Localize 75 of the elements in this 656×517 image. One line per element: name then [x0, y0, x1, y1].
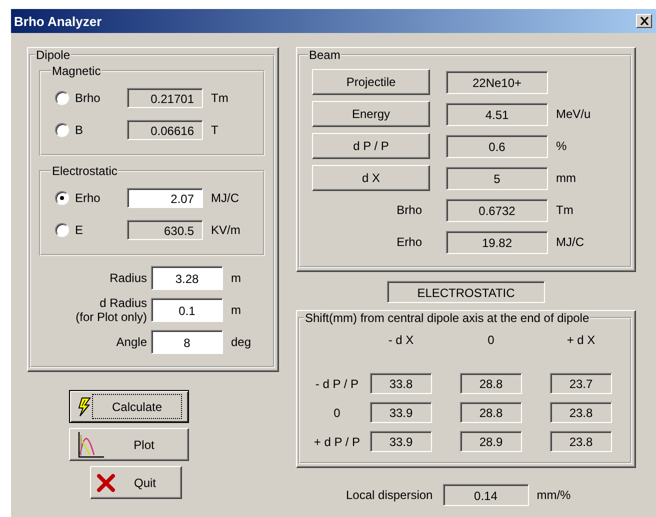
unit-label: MJ/C — [211, 191, 239, 205]
unit-label: % — [556, 139, 567, 153]
column-header: + d X — [566, 332, 596, 349]
field-label: Local dispersion — [346, 488, 433, 502]
row-label: + d P / P — [312, 434, 362, 448]
field-label: Erho — [396, 235, 422, 249]
value-field: 0.6732 — [446, 198, 548, 222]
value-field: 19.82 — [446, 230, 548, 254]
value-field: 33.8 — [370, 373, 432, 394]
value-field[interactable]: 0.06616 — [127, 120, 203, 140]
value-field[interactable]: 2.07 — [127, 188, 203, 208]
row-label: 0 — [332, 406, 342, 420]
field-label: d Radius (for Plot only) — [74, 296, 147, 324]
parameter-button[interactable]: Projectile — [312, 69, 430, 95]
input-field[interactable]: 0.1 — [151, 298, 223, 322]
close-button[interactable] — [636, 14, 652, 28]
unit-label: Tm — [211, 91, 228, 105]
window-title: Brho Analyzer — [14, 14, 102, 28]
value-field: 0.14 — [442, 484, 529, 506]
value-field: 0.6 — [446, 134, 548, 158]
field-label: Radius — [108, 271, 147, 285]
value-field: 33.9 — [370, 431, 432, 452]
radio-button[interactable] — [55, 191, 69, 205]
group-title: Dipole — [35, 48, 72, 62]
input-field[interactable]: 8 — [151, 330, 223, 354]
row-label: - d P / P — [314, 376, 360, 390]
radio-label[interactable]: E — [75, 223, 127, 237]
column-header: 0 — [486, 332, 496, 349]
group-title: Shift(mm) from central dipole axis at the end of dipole — [304, 311, 590, 325]
value-field: 23.8 — [550, 431, 612, 452]
unit-label: KV/m — [211, 223, 240, 237]
column-header: - d X — [387, 332, 415, 349]
group-title: Magnetic — [51, 64, 102, 78]
plot-button[interactable]: Plot — [69, 428, 189, 461]
value-field: 22Ne10+ — [446, 70, 548, 94]
parameter-button[interactable]: Energy — [312, 101, 430, 127]
value-field: 28.9 — [460, 431, 522, 452]
value-field: 23.8 — [550, 402, 612, 423]
value-field[interactable]: 0.21701 — [127, 88, 203, 108]
chart-icon — [76, 430, 106, 458]
unit-label: MJ/C — [556, 235, 584, 249]
unit-label: MeV/u — [556, 107, 591, 121]
unit-label: m — [231, 303, 241, 317]
group-title: Beam — [308, 48, 342, 62]
unit-label: deg — [231, 335, 252, 349]
parameter-button[interactable]: d X — [312, 165, 430, 191]
unit-label: m — [231, 271, 241, 285]
radio-button[interactable] — [55, 123, 69, 137]
field-label: Brho — [396, 203, 422, 217]
calculate-button[interactable]: Calculate — [69, 390, 189, 423]
radio-label[interactable]: Erho — [75, 191, 127, 205]
value-field: 4.51 — [446, 102, 548, 126]
close-icon — [640, 17, 648, 25]
field-label: Angle — [115, 335, 147, 349]
radio-button[interactable] — [55, 223, 69, 237]
value-field: 28.8 — [460, 373, 522, 394]
group-title: Electrostatic — [51, 164, 118, 178]
close-icon — [97, 474, 115, 492]
quit-button[interactable]: Quit — [90, 466, 182, 499]
value-field: 28.8 — [460, 402, 522, 423]
value-field[interactable]: 630.5 — [127, 220, 203, 240]
mode-display: ELECTROSTATIC — [387, 281, 545, 303]
unit-label: mm — [556, 171, 576, 185]
input-field[interactable]: 3.28 — [151, 266, 223, 290]
value-field: 23.7 — [550, 373, 612, 394]
value-field: 5 — [446, 166, 548, 190]
lightning-icon — [76, 396, 92, 416]
radio-label[interactable]: Brho — [75, 91, 127, 105]
unit-label: T — [211, 123, 218, 137]
radio-button[interactable] — [55, 91, 69, 105]
unit-label: mm/% — [536, 488, 571, 502]
radio-label[interactable]: B — [75, 123, 127, 137]
parameter-button[interactable]: d P / P — [312, 133, 430, 159]
unit-label: Tm — [556, 203, 574, 217]
value-field: 33.9 — [370, 402, 432, 423]
